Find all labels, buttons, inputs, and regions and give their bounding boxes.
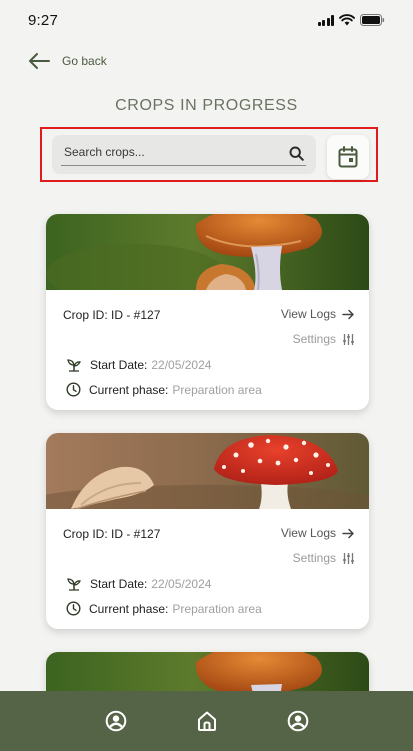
current-phase-row: Current phase: Preparation area: [66, 601, 262, 616]
sliders-icon: [343, 552, 354, 564]
crop-id: Crop ID: ID - #127: [63, 527, 161, 541]
start-date-label: Start Date:: [90, 577, 148, 591]
sprout-icon: [67, 578, 81, 591]
status-time: 9:27: [28, 11, 58, 29]
nav-profile-left[interactable]: [104, 709, 128, 733]
nav-home[interactable]: [195, 709, 219, 733]
current-phase-value: Preparation area: [172, 382, 262, 397]
search-underline: [61, 165, 306, 166]
start-date-row: Start Date: 22/05/2024: [66, 358, 211, 372]
arrow-right-icon: [342, 528, 354, 538]
settings-link[interactable]: Settings: [293, 551, 355, 565]
start-date-value: 22/05/2024: [151, 577, 212, 591]
start-date-value: 22/05/2024: [151, 358, 212, 372]
sliders-icon: [343, 333, 354, 345]
clock-icon: [66, 601, 81, 616]
crop-id: Crop ID: ID - #127: [63, 308, 161, 322]
crop-card[interactable]: Crop ID: ID - #127 View Logs Settings St…: [46, 433, 369, 629]
crop-image-red-mushroom: [46, 433, 369, 509]
current-phase-label: Current phase:: [89, 601, 169, 616]
arrow-right-icon: [342, 309, 354, 319]
calendar-icon: [338, 146, 358, 168]
user-icon: [105, 710, 126, 732]
wifi-icon: [339, 14, 355, 26]
start-date-row: Start Date: 22/05/2024: [66, 577, 211, 591]
status-bar: 9:27: [0, 0, 413, 40]
sprout-icon: [67, 359, 81, 372]
home-icon: [197, 711, 216, 731]
current-phase-label: Current phase:: [89, 382, 169, 397]
page-title: CROPS IN PROGRESS: [115, 97, 298, 114]
current-phase-row: Current phase: Preparation area: [66, 382, 262, 397]
view-logs-label: View Logs: [280, 526, 336, 540]
view-logs-link[interactable]: View Logs: [281, 526, 355, 540]
arrow-left-icon: [29, 53, 50, 69]
view-logs-label: View Logs: [280, 307, 336, 321]
signal-icon: [317, 14, 334, 26]
current-phase-value: Preparation area: [172, 601, 262, 616]
go-back-button[interactable]: Go back: [28, 52, 107, 70]
start-date-label: Start Date:: [90, 358, 148, 372]
search-box[interactable]: [52, 135, 316, 174]
search-icon[interactable]: [289, 146, 304, 161]
crop-card[interactable]: Crop ID: ID - #127 View Logs Settings St…: [46, 214, 369, 410]
crop-image-orange-mushroom: [46, 214, 369, 290]
status-icons: [317, 14, 386, 26]
nav-profile-right[interactable]: [286, 709, 310, 733]
settings-label: Settings: [292, 551, 336, 565]
clock-icon: [66, 382, 81, 397]
go-back-label: Go back: [62, 54, 107, 68]
bottom-nav: [0, 691, 413, 751]
user-icon: [287, 710, 308, 732]
settings-link[interactable]: Settings: [293, 332, 355, 346]
search-input[interactable]: [64, 141, 294, 163]
battery-icon: [360, 14, 385, 26]
settings-label: Settings: [292, 332, 336, 346]
view-logs-link[interactable]: View Logs: [281, 307, 355, 321]
calendar-button[interactable]: [327, 135, 369, 179]
